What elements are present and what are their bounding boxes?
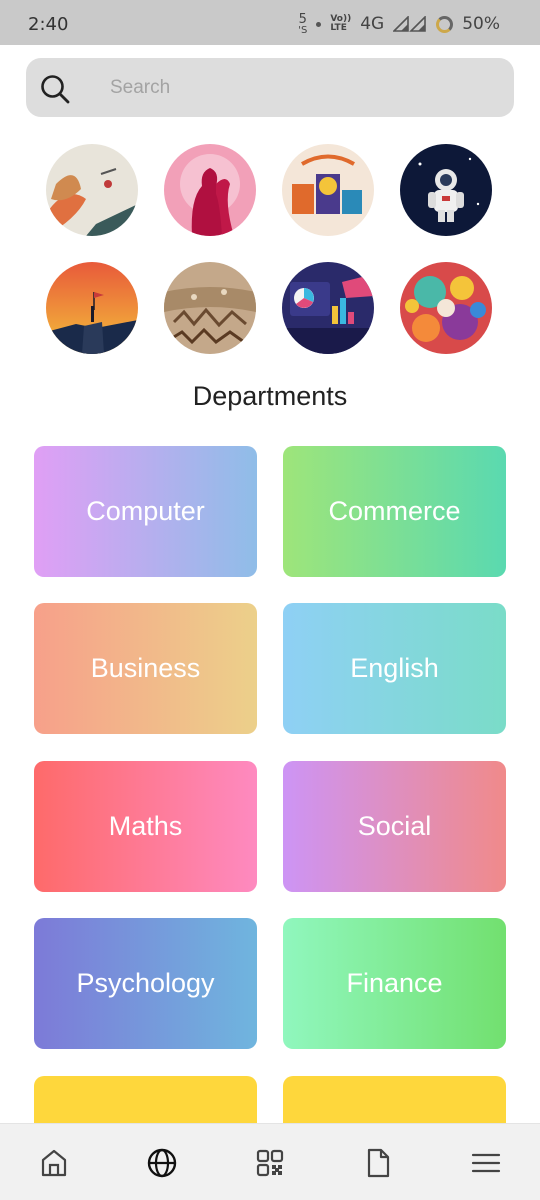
art-thumbnail-8[interactable] xyxy=(400,262,492,354)
home-icon[interactable] xyxy=(38,1147,70,1179)
search-bar[interactable] xyxy=(26,58,514,117)
status-bar: 2:40 5 'S Vo)) LTE 4G 50% xyxy=(0,0,540,45)
art-thumbnail-5[interactable] xyxy=(46,262,138,354)
art-thumbnail-2[interactable] xyxy=(164,144,256,236)
dept-label: Psychology xyxy=(76,968,215,998)
departments-heading: Departments xyxy=(192,381,348,411)
art-thumbnail-1[interactable] xyxy=(46,144,138,236)
dept-label: English xyxy=(350,653,439,683)
notification-digit: 5 xyxy=(298,11,307,27)
status-icons: 5 'S Vo)) LTE 4G 50% xyxy=(298,12,500,36)
document-icon[interactable] xyxy=(362,1147,394,1179)
dept-card-english[interactable]: English xyxy=(283,603,506,734)
dept-label: Business xyxy=(90,653,201,683)
volte-bottom: LTE xyxy=(330,23,347,33)
notification-sub: 'S xyxy=(298,24,308,36)
dept-label: Computer xyxy=(86,496,205,526)
dept-card-psychology[interactable]: Psychology xyxy=(34,918,257,1049)
dept-card-maths[interactable]: Maths xyxy=(34,761,257,892)
search-input[interactable] xyxy=(110,74,490,102)
art-thumbnail-7[interactable] xyxy=(282,262,374,354)
dept-card-computer[interactable]: Computer xyxy=(34,446,257,577)
qr-code-icon[interactable] xyxy=(254,1147,286,1179)
dept-card-social[interactable]: Social xyxy=(283,761,506,892)
battery-percent: 50% xyxy=(462,14,500,34)
dept-label: Commerce xyxy=(328,496,461,526)
menu-icon[interactable] xyxy=(470,1147,502,1179)
signal-icon xyxy=(393,16,427,32)
art-thumbnail-6[interactable] xyxy=(164,262,256,354)
network-type: 4G xyxy=(360,14,385,34)
search-icon[interactable] xyxy=(40,74,70,104)
status-time: 2:40 xyxy=(28,14,69,35)
notification-indicator: 5 'S xyxy=(298,11,308,36)
dept-label: Maths xyxy=(108,811,183,841)
globe-icon[interactable] xyxy=(146,1147,178,1179)
dept-label: Finance xyxy=(346,968,443,998)
art-thumbnail-4[interactable] xyxy=(400,144,492,236)
dept-card-commerce[interactable]: Commerce xyxy=(283,446,506,577)
notification-dot-icon xyxy=(316,21,322,27)
battery-icon xyxy=(436,15,454,33)
dept-card-finance[interactable]: Finance xyxy=(283,918,506,1049)
art-thumbnail-3[interactable] xyxy=(282,144,374,236)
volte-indicator: Vo)) LTE xyxy=(330,15,351,33)
bottom-navigation xyxy=(0,1123,540,1200)
dept-card-business[interactable]: Business xyxy=(34,603,257,734)
dept-label: Social xyxy=(357,811,432,841)
